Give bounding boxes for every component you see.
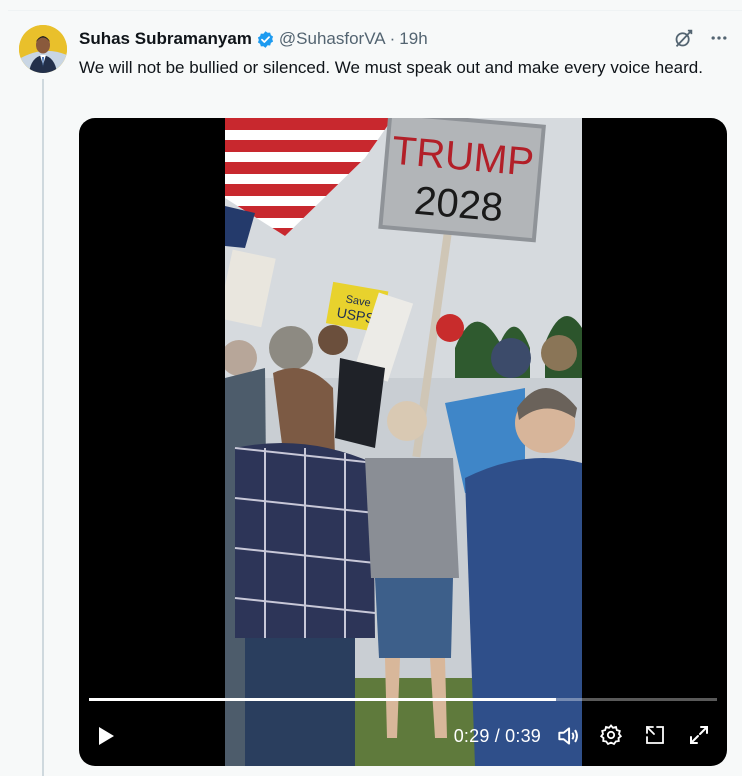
volume-icon[interactable] <box>555 723 581 749</box>
settings-icon[interactable] <box>599 723 625 749</box>
header-actions <box>672 27 730 49</box>
tweet-header: Suhas Subramanyam @SuhasforVA · 19h <box>79 28 428 50</box>
video-controls: 0:29 / 0:39 <box>79 706 727 766</box>
avatar[interactable] <box>19 25 67 73</box>
tweet-card[interactable]: Suhas Subramanyam @SuhasforVA · 19h We w… <box>8 10 742 776</box>
frame-sign-line2: 2028 <box>412 179 504 231</box>
grok-icon[interactable] <box>672 27 694 49</box>
picture-in-picture-icon[interactable] <box>643 723 669 749</box>
video-player[interactable]: TRUMP 2028 Save USPS 0:29 / 0:39 <box>79 118 727 766</box>
video-frame[interactable]: TRUMP 2028 Save USPS <box>225 118 582 766</box>
fullscreen-icon[interactable] <box>687 723 713 749</box>
progress-bar[interactable] <box>89 698 717 701</box>
play-icon[interactable] <box>93 724 117 748</box>
verified-badge-icon[interactable] <box>256 30 275 49</box>
separator-dot: · <box>389 29 396 48</box>
tweet-text: We will not be bullied or silenced. We m… <box>79 58 703 77</box>
thread-line <box>42 79 44 776</box>
time-separator: / <box>489 725 506 746</box>
more-icon[interactable] <box>708 27 730 49</box>
author-handle[interactable]: @SuhasforVA <box>279 29 386 49</box>
tweet-timestamp[interactable]: 19h <box>399 29 427 49</box>
duration: 0:39 <box>505 725 541 746</box>
current-time: 0:29 <box>453 725 490 746</box>
video-timecode: 0:29 / 0:39 <box>454 726 541 747</box>
progress-fill <box>89 698 557 701</box>
author-name[interactable]: Suhas Subramanyam <box>79 29 252 49</box>
